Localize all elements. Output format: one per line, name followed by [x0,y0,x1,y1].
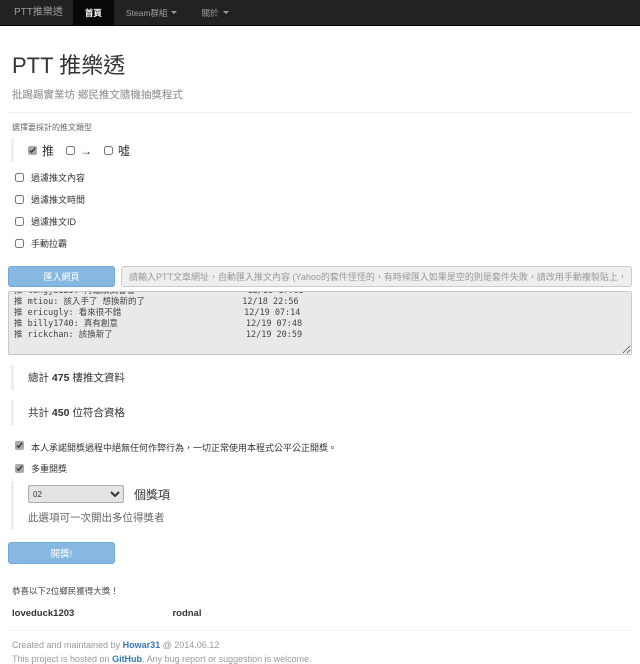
filter-time-checkbox[interactable] [15,195,24,204]
nav-item-about[interactable]: 關於 [189,0,240,25]
footer-credit-prefix: Created and maintained by [12,640,123,650]
winner-name: rodnal [172,608,328,619]
prize-unit-label: 個獎項 [134,486,170,503]
pushes-textarea[interactable]: 推 tangja123: 再繼續試看看 12/18 17:03 推 mtiou:… [8,291,632,355]
draw-button[interactable]: 開獎! [8,542,115,564]
import-row: 匯入網頁 [8,266,632,287]
top-navbar: PTT推樂透 首頁 Steam群組 關於 [0,0,640,26]
push-type-push-checkbox[interactable] [28,146,37,155]
github-link[interactable]: GitHub [112,654,142,664]
footer-divider [8,630,632,631]
push-type-push[interactable]: 推 [28,142,54,159]
footer-hosted-suffix: . Any bug report or suggestion is welcom… [142,654,312,664]
winners-row: loveduck1203 rodnal [12,603,632,621]
winner-name: loveduck1203 [12,608,168,619]
article-url-input[interactable] [121,266,632,287]
filter-option-time[interactable]: 過濾推文時間 [15,193,632,206]
fair-play-agree-option[interactable]: 本人承諾開獎過程中絕無任何作弊行為，一切正常使用本程式公平公正開獎。 [15,441,632,454]
multi-draw-label: 多重開獎 [31,462,67,475]
filter-id-checkbox[interactable] [15,217,24,226]
footer-hosted-line: This project is hosted on GitHub. Any bu… [12,654,632,664]
nav-item-home-label: 首頁 [85,0,102,26]
filter-manual-slot-label: 手動拉霸 [31,237,67,250]
multi-draw-hint: 此選項可一次開出多位得獎者 [28,510,632,525]
page-subtitle: 批踢踢實業坊 鄉民推文隨機抽獎程式 [12,87,632,102]
prize-count-block: 02 個獎項 此選項可一次開出多位得獎者 [11,481,632,529]
prize-select-row: 02 個獎項 [28,485,632,503]
nav-item-home[interactable]: 首頁 [73,0,114,25]
push-type-section-label: 選擇要採計的推文類型 [12,122,632,133]
filter-content-label: 過濾推文內容 [31,171,85,184]
multi-draw-option[interactable]: 多重開獎 [15,462,632,475]
filter-content-checkbox[interactable] [15,173,24,182]
fair-play-agree-label: 本人承諾開獎過程中絕無任何作弊行為，一切正常使用本程式公平公正開獎。 [31,441,337,454]
total-count: 475 [52,372,70,384]
eligible-count: 450 [52,407,70,419]
footer-credit-line: Created and maintained by Howar31 @ 2014… [12,640,632,650]
total-prefix: 總計 [28,372,49,384]
author-link[interactable]: Howar31 [123,640,161,650]
push-type-arrow[interactable]: → [66,144,92,158]
nav-item-steam-label: Steam群組 [126,0,168,26]
push-type-push-label: 推 [42,142,54,159]
eligible-prefix: 共計 [28,407,49,419]
chevron-down-icon [171,11,177,14]
push-type-boo-label: 噓 [118,142,130,159]
filter-option-content[interactable]: 過濾推文內容 [15,171,632,184]
push-type-arrow-label: → [80,144,92,158]
footer-hosted-prefix: This project is hosted on [12,654,112,664]
total-pushes-stat: 總計 475 樓推文資料 [11,365,632,390]
push-type-boo[interactable]: 噓 [104,142,130,159]
filter-option-manual-slot[interactable]: 手動拉霸 [15,237,632,250]
navbar-brand[interactable]: PTT推樂透 [0,0,73,25]
filter-option-id[interactable]: 過濾推文ID [15,215,632,228]
eligible-suffix: 位符合資格 [72,407,125,419]
fair-play-agree-checkbox[interactable] [15,441,24,450]
filter-time-label: 過濾推文時間 [31,193,85,206]
main-container: PTT 推樂透 批踢踢實業坊 鄉民推文隨機抽獎程式 選擇要採計的推文類型 推 →… [0,48,640,664]
push-type-boo-checkbox[interactable] [104,146,113,155]
prize-count-select[interactable]: 02 [28,485,124,503]
page-title: PTT 推樂透 [12,48,632,80]
filter-id-label: 過濾推文ID [31,215,76,228]
footer: Created and maintained by Howar31 @ 2014… [12,640,632,664]
push-type-row: 推 → 噓 [11,139,632,162]
total-suffix: 樓推文資料 [72,372,125,384]
footer-credit-suffix: @ 2014.06.12 [160,640,219,650]
eligible-users-stat: 共計 450 位符合資格 [11,400,632,425]
multi-draw-checkbox[interactable] [15,464,24,473]
divider [8,112,632,113]
result-section: 恭喜以下2位鄉民獲得大獎！ loveduck1203 rodnal [12,585,632,621]
import-url-button[interactable]: 匯入網頁 [8,266,115,287]
result-message: 恭喜以下2位鄉民獲得大獎！ [12,585,632,597]
chevron-down-icon [223,11,229,14]
filter-manual-slot-checkbox[interactable] [15,239,24,248]
push-type-arrow-checkbox[interactable] [66,146,75,155]
nav-item-about-label: 關於 [201,0,218,26]
nav-item-steam-group[interactable]: Steam群組 [114,0,190,25]
